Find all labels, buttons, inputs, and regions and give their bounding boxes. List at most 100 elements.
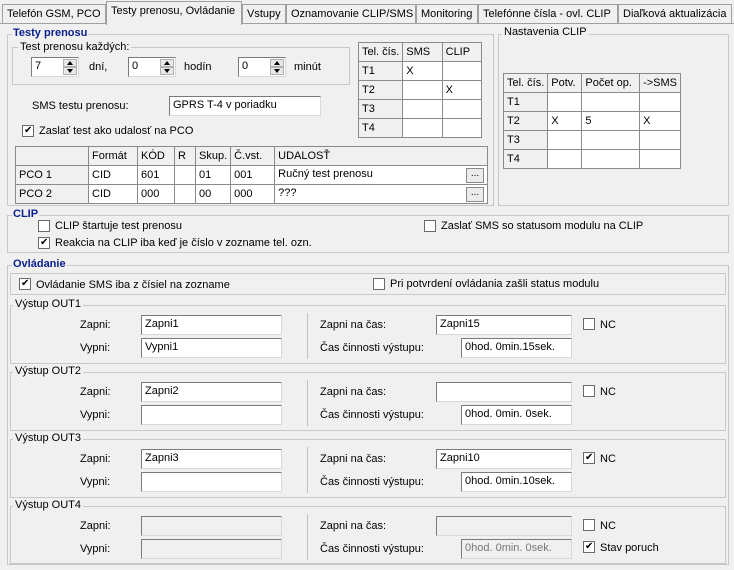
sms-cell[interactable]: X bbox=[402, 61, 443, 81]
sms-test-label: SMS testu prenosu: bbox=[32, 100, 129, 112]
out1-on-input[interactable]: Zapni1 bbox=[141, 315, 282, 335]
event-cell[interactable]: Ručný test prenosu... bbox=[274, 165, 488, 185]
confirm-cell[interactable]: X bbox=[547, 111, 583, 131]
spin-up-icon[interactable] bbox=[63, 59, 77, 67]
out1-nc-checkbox[interactable] bbox=[583, 318, 595, 330]
clip-cell[interactable] bbox=[441, 99, 483, 119]
minutes-spinner[interactable]: 0 bbox=[238, 57, 286, 77]
clip-cell[interactable] bbox=[441, 61, 483, 81]
out3-nc-checkbox[interactable] bbox=[583, 452, 595, 464]
row-header: T3 bbox=[357, 99, 404, 119]
to-sms-cell[interactable] bbox=[639, 92, 681, 112]
sms-cell[interactable] bbox=[402, 99, 443, 119]
confirm-cell[interactable] bbox=[547, 92, 583, 112]
out2-nc-checkbox[interactable] bbox=[583, 385, 595, 397]
confirm-cell[interactable] bbox=[547, 130, 583, 150]
tab-label: Telefónne čísla - ovl. CLIP bbox=[483, 8, 611, 20]
header-cell: ->SMS bbox=[639, 73, 681, 93]
out2-on-input[interactable]: Zapni2 bbox=[141, 382, 282, 402]
out4-nc-checkbox[interactable] bbox=[583, 519, 595, 531]
out2-on-time-input[interactable] bbox=[436, 382, 572, 402]
code-cell[interactable]: 000 bbox=[137, 184, 175, 204]
input-no-cell[interactable]: 000 bbox=[230, 184, 276, 204]
to-sms-cell[interactable] bbox=[639, 149, 681, 169]
to-sms-cell[interactable]: X bbox=[639, 111, 681, 131]
spin-down-icon[interactable] bbox=[270, 67, 284, 75]
tab-dialkova-aktualizacia[interactable]: Diaľková aktualizácia bbox=[618, 4, 732, 24]
minutes-label: minút bbox=[294, 61, 321, 73]
out2-nc-label: NC bbox=[600, 386, 616, 398]
group-cell[interactable]: 00 bbox=[194, 184, 232, 204]
tab-testy-prenosu[interactable]: Testy prenosu, Ovládanie bbox=[106, 1, 242, 25]
code-cell[interactable]: 601 bbox=[137, 165, 175, 185]
clip-start-test-checkbox[interactable] bbox=[38, 220, 50, 232]
clip-cell[interactable] bbox=[441, 118, 483, 138]
count-cell[interactable] bbox=[581, 130, 641, 150]
out3-on-input[interactable]: Zapni3 bbox=[141, 449, 282, 469]
out1-duration-input[interactable]: 0hod. 0min.15sek. bbox=[461, 338, 572, 358]
spin-down-icon[interactable] bbox=[160, 67, 174, 75]
out2-off-input[interactable] bbox=[141, 405, 282, 425]
clip-send-sms-checkbox[interactable] bbox=[424, 220, 436, 232]
header-cell: Tel. čís. bbox=[357, 42, 404, 62]
out4-duration-input[interactable]: 0hod. 0min. 0sek. bbox=[461, 539, 572, 559]
ovladanie-title: Ovládanie bbox=[12, 258, 67, 270]
row-header: T4 bbox=[357, 118, 404, 138]
spin-up-icon[interactable] bbox=[160, 59, 174, 67]
group-cell[interactable]: 01 bbox=[194, 165, 232, 185]
clip-react-checkbox[interactable] bbox=[38, 237, 50, 249]
out4-off-input[interactable] bbox=[141, 539, 282, 559]
tab-label: Testy prenosu, Ovládanie bbox=[111, 5, 236, 17]
to-sms-cell[interactable] bbox=[639, 130, 681, 150]
out2-group bbox=[10, 372, 726, 431]
out1-off-input[interactable]: Vypni1 bbox=[141, 338, 282, 358]
row-header: PCO 2 bbox=[15, 184, 89, 204]
tab-bar: Telefón GSM, PCO Testy prenosu, Ovládani… bbox=[0, 0, 734, 25]
browse-button[interactable]: ... bbox=[466, 167, 484, 183]
out2-duration-label: Čas činnosti výstupu: bbox=[320, 409, 424, 421]
header-cell: CLIP bbox=[441, 42, 483, 62]
spin-down-icon[interactable] bbox=[63, 67, 77, 75]
sms-cell[interactable] bbox=[402, 80, 443, 100]
out3-on-time-input[interactable]: Zapni10 bbox=[436, 449, 572, 469]
count-cell[interactable] bbox=[581, 149, 641, 169]
confirm-status-checkbox[interactable] bbox=[373, 278, 385, 290]
confirm-cell[interactable] bbox=[547, 149, 583, 169]
header-cell: Č.vst. bbox=[230, 146, 276, 166]
out3-off-input[interactable] bbox=[141, 472, 282, 492]
out4-on-time-input[interactable] bbox=[436, 516, 572, 536]
out4-title: Výstup OUT4 bbox=[13, 499, 84, 511]
sms-cell[interactable] bbox=[402, 118, 443, 138]
out2-title: Výstup OUT2 bbox=[13, 365, 84, 377]
event-cell[interactable]: ???... bbox=[274, 184, 488, 204]
format-cell[interactable]: CID bbox=[88, 165, 138, 185]
out3-duration-input[interactable]: 0hod. 0min.10sek. bbox=[461, 472, 572, 492]
spin-up-icon[interactable] bbox=[270, 59, 284, 67]
out1-on-time-input[interactable]: Zapni15 bbox=[436, 315, 572, 335]
tab-telefon-gsm-pco[interactable]: Telefón GSM, PCO bbox=[2, 4, 106, 24]
sms-test-input[interactable]: GPRS T-4 v poriadku bbox=[169, 96, 321, 116]
out4-on-input[interactable] bbox=[141, 516, 282, 536]
tab-oznamovanie[interactable]: Oznamovanie CLIP/SMS bbox=[286, 4, 416, 24]
row-header: T1 bbox=[502, 92, 549, 112]
hours-spinner[interactable]: 0 bbox=[128, 57, 176, 77]
days-spinner[interactable]: 7 bbox=[31, 57, 79, 77]
tab-monitoring[interactable]: Monitoring bbox=[416, 4, 478, 24]
sms-only-checkbox[interactable] bbox=[19, 278, 31, 290]
count-cell[interactable]: 5 bbox=[581, 111, 641, 131]
header-cell: R bbox=[174, 146, 196, 166]
out4-fault-checkbox[interactable] bbox=[583, 541, 595, 553]
out3-group bbox=[10, 439, 726, 498]
clip-cell[interactable]: X bbox=[441, 80, 483, 100]
send-event-checkbox[interactable] bbox=[22, 125, 34, 137]
input-no-cell[interactable]: 001 bbox=[230, 165, 276, 185]
count-cell[interactable] bbox=[581, 92, 641, 112]
tab-vstupy[interactable]: Vstupy bbox=[242, 4, 286, 24]
out2-duration-input[interactable]: 0hod. 0min. 0sek. bbox=[461, 405, 572, 425]
browse-button[interactable]: ... bbox=[466, 186, 484, 202]
hours-label: hodín bbox=[184, 61, 212, 73]
tab-telefonne-cisla[interactable]: Telefónne čísla - ovl. CLIP bbox=[478, 4, 618, 24]
r-cell[interactable] bbox=[174, 165, 196, 185]
format-cell[interactable]: CID bbox=[88, 184, 138, 204]
r-cell[interactable] bbox=[174, 184, 196, 204]
